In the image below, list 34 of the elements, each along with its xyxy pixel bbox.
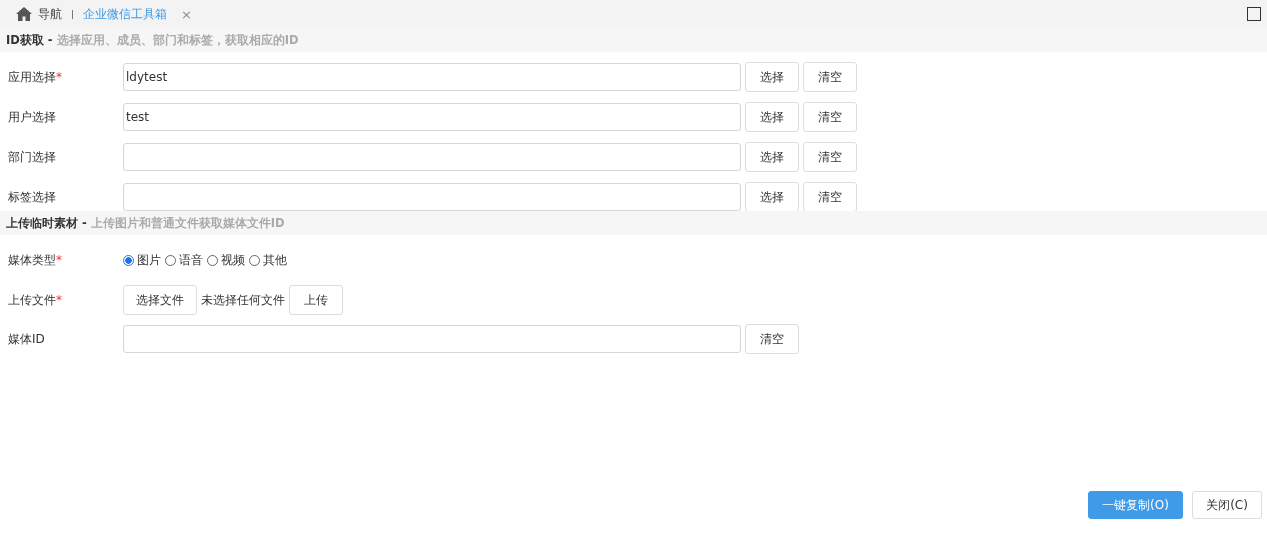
action-button[interactable]: 选择 [745,102,799,132]
action-button[interactable]: 选择 [745,182,799,212]
close-button[interactable]: 关闭(C) [1192,491,1262,519]
home-icon [16,7,32,21]
action-button[interactable]: 选择 [745,62,799,92]
input-field[interactable]: test [123,103,741,131]
field-label: 部门选择 [8,148,57,166]
tab[interactable]: 导航 [16,5,62,23]
section-title: 上传临时素材 - 上传图片和普通文件获取媒体文件ID [6,215,285,231]
field-label: 上传文件* [8,291,63,309]
radio-option[interactable]: 图片 [123,251,161,269]
input-field[interactable] [123,183,741,211]
field-label: 应用选择* [8,68,63,86]
section-title: ID获取 - 选择应用、成员、部门和标签，获取相应的ID [6,32,299,48]
action-button[interactable]: 清空 [803,142,857,172]
action-button[interactable]: 清空 [803,62,857,92]
action-button[interactable]: 上传 [289,285,343,315]
action-button[interactable]: 清空 [803,182,857,212]
radio-option[interactable]: 语音 [165,251,203,269]
field-label: 标签选择 [8,188,57,206]
maximize-icon[interactable] [1247,7,1261,21]
radio-option[interactable]: 其他 [249,251,287,269]
field-label: 媒体类型* [8,251,63,269]
input-field[interactable]: ldytest [123,63,741,91]
choose-file-button[interactable]: 选择文件 [123,285,197,315]
action-button[interactable]: 清空 [803,102,857,132]
radio-option[interactable]: 视频 [207,251,245,269]
action-button[interactable]: 清空 [745,324,799,354]
file-status: 未选择任何文件 [201,291,285,309]
input-field[interactable] [123,143,741,171]
action-button[interactable]: 选择 [745,142,799,172]
field-label: 媒体ID [8,330,46,348]
input-field[interactable] [123,325,741,353]
field-label: 用户选择 [8,108,57,126]
